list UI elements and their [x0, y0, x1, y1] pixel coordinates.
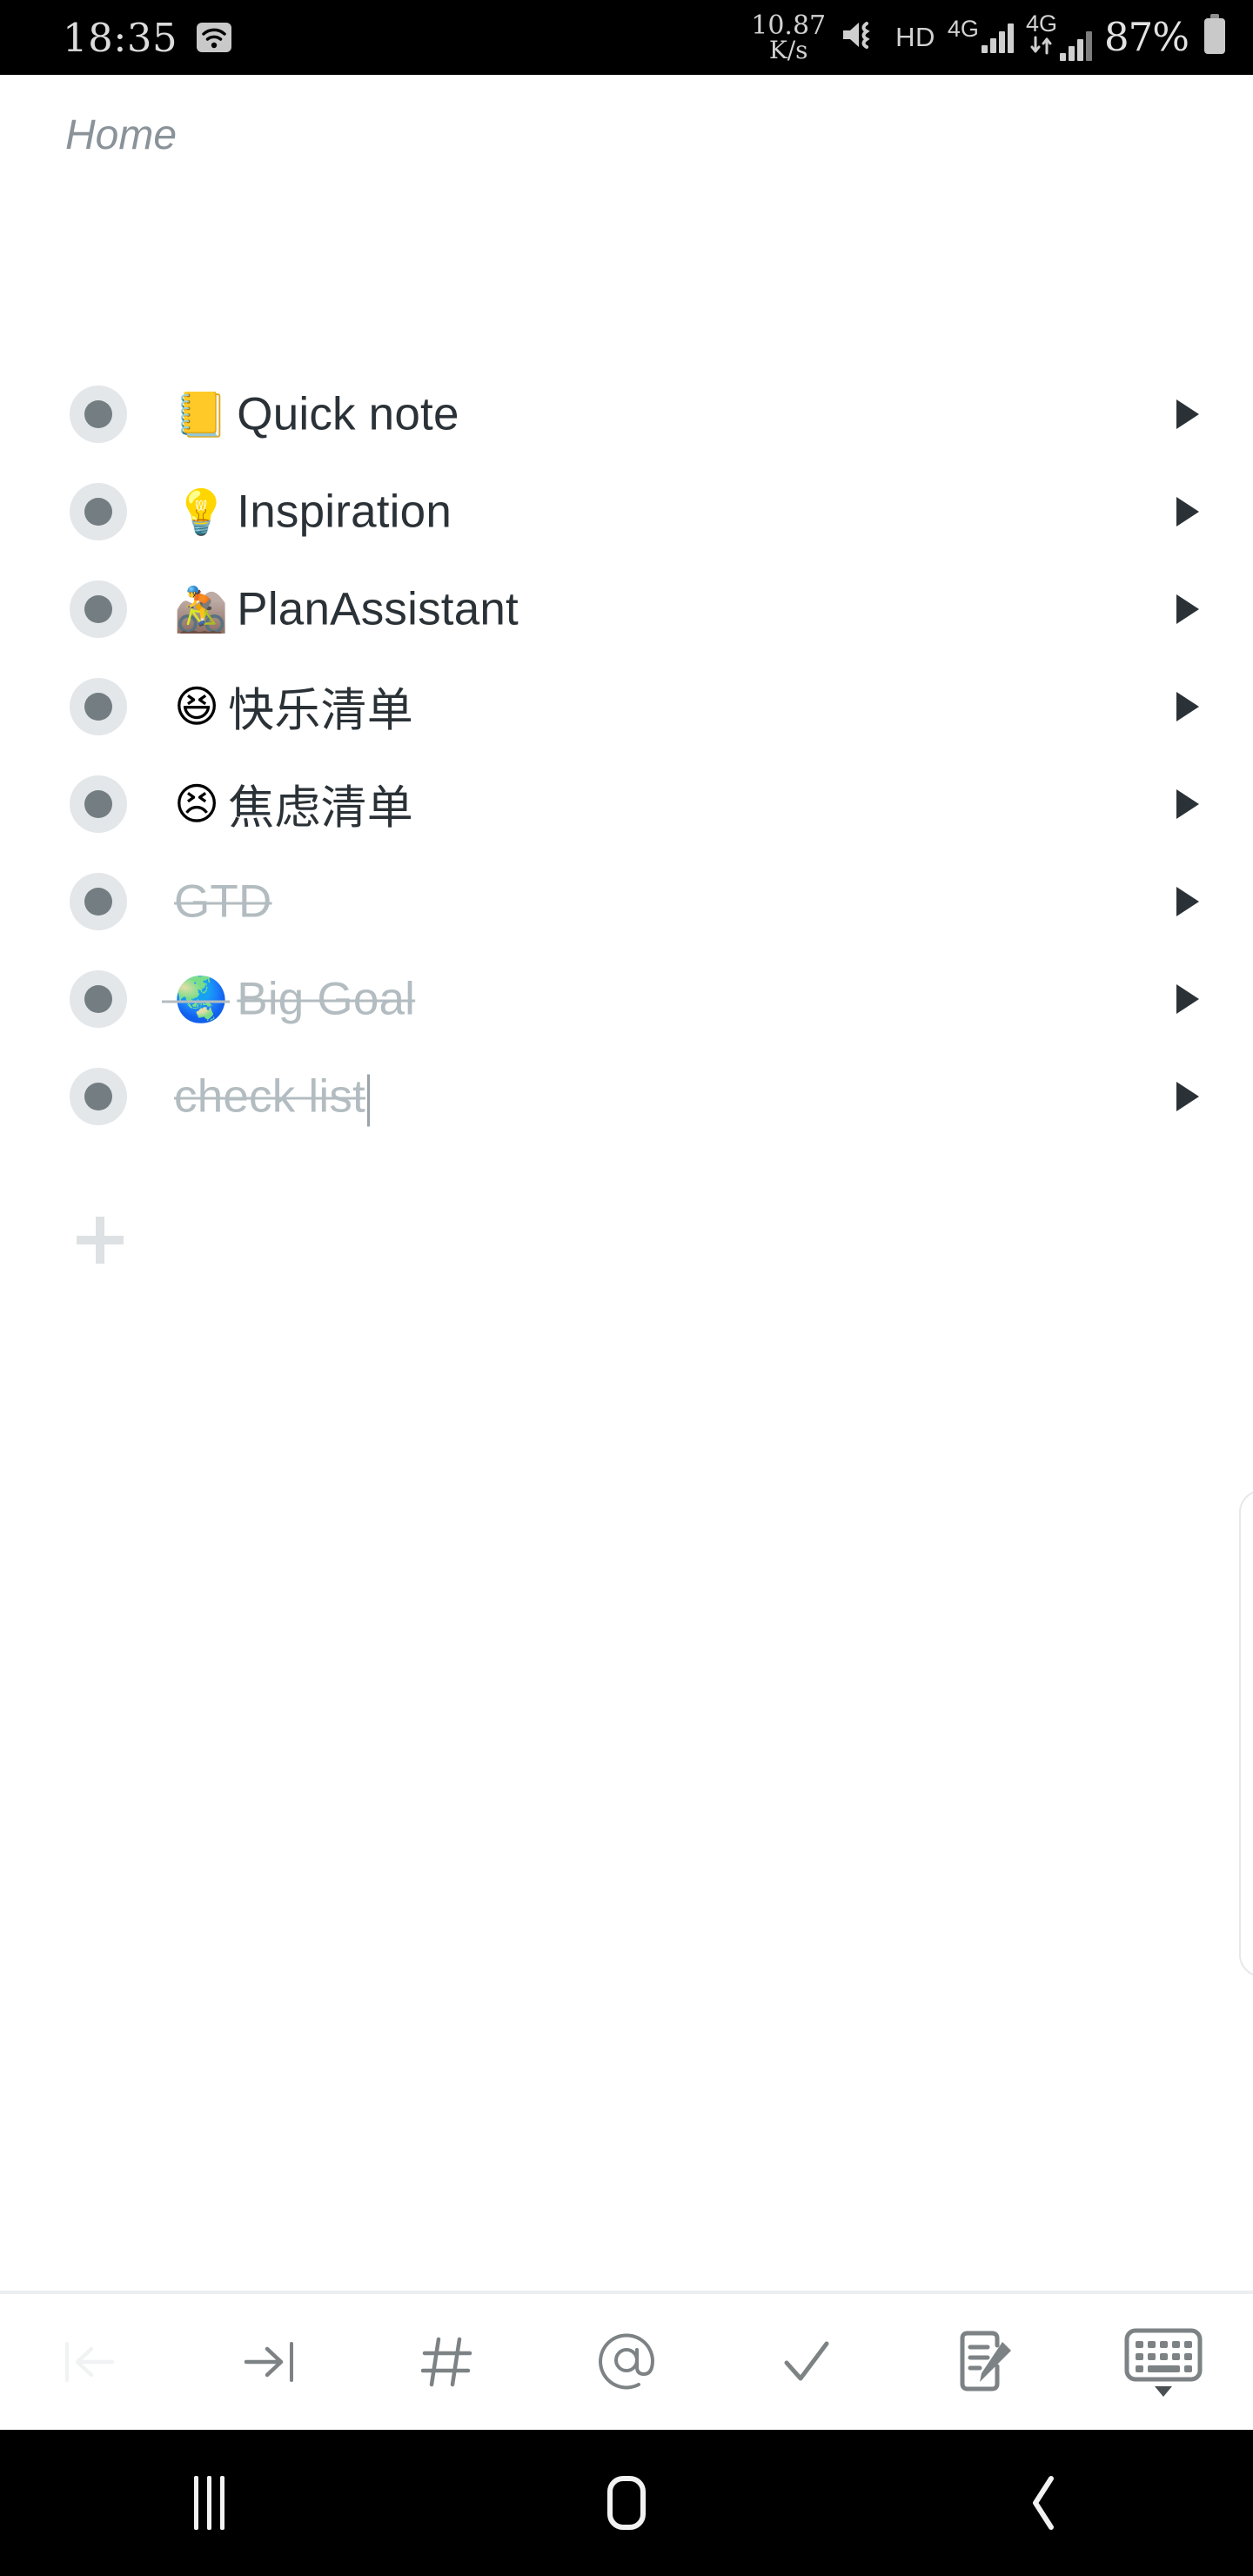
expand-arrow-icon[interactable]	[1176, 497, 1199, 527]
list-item[interactable]: 😆 快乐清单	[0, 658, 1253, 755]
sim1-bars	[982, 22, 1014, 53]
bullet-icon[interactable]	[70, 873, 127, 930]
network-speed-value: 10.87	[751, 13, 826, 38]
home-icon	[607, 2476, 646, 2530]
list-item-label[interactable]: PlanAssistant	[237, 583, 519, 636]
system-navigation-bar	[0, 2430, 1253, 2576]
list-item[interactable]: 🚵 PlanAssistant	[0, 560, 1253, 658]
bullet-icon[interactable]	[70, 1068, 127, 1125]
list-item-content[interactable]: 🌏 Big Goal	[174, 973, 415, 1026]
battery-percent: 87%	[1104, 14, 1189, 60]
expand-arrow-icon[interactable]	[1176, 984, 1199, 1014]
checkbox-button[interactable]	[716, 2294, 895, 2430]
hide-keyboard-button[interactable]	[1074, 2294, 1253, 2430]
list-item[interactable]: 🌏 Big Goal	[0, 950, 1253, 1048]
indent-button[interactable]	[179, 2294, 358, 2430]
back-button[interactable]	[835, 2473, 1253, 2532]
list-item-content[interactable]: 📒 Quick note	[174, 388, 459, 441]
list-item-content[interactable]: 😆 快乐清单	[174, 674, 413, 740]
expand-arrow-icon[interactable]	[1176, 692, 1199, 721]
list-item-label[interactable]: Quick note	[237, 388, 459, 441]
network-speed: 10.87 K/s	[751, 13, 826, 63]
expand-arrow-icon[interactable]	[1176, 594, 1199, 624]
add-item-button[interactable]	[77, 1217, 124, 1264]
bullet-icon[interactable]	[70, 775, 127, 833]
wifi-icon	[197, 23, 231, 52]
indent-arrow-icon	[236, 2335, 302, 2389]
list-item-label[interactable]: 快乐清单	[228, 674, 413, 740]
list-item-label[interactable]: Inspiration	[237, 486, 452, 539]
hd-voice-label: HD	[895, 22, 935, 53]
list-item[interactable]: 📒 Quick note	[0, 366, 1253, 463]
hash-icon	[416, 2332, 479, 2392]
list-item-label[interactable]: Big Goal	[237, 973, 415, 1026]
list-item-content[interactable]: check list	[174, 1070, 370, 1124]
sim1-network-type: 4G	[948, 17, 979, 41]
note-button[interactable]	[895, 2294, 1075, 2430]
note-pencil-icon	[954, 2330, 1015, 2394]
recents-button[interactable]	[0, 2476, 418, 2530]
status-bar: 18:35 10.87 K/s HD 4G 4G	[0, 0, 1253, 75]
expand-arrow-icon[interactable]	[1176, 789, 1199, 819]
mention-button[interactable]	[537, 2294, 716, 2430]
bullet-icon[interactable]	[70, 483, 127, 540]
cyclist-icon: 🚵	[174, 587, 228, 631]
text-cursor	[367, 1074, 370, 1126]
list-item-content[interactable]: 😣 焦虑清单	[174, 771, 413, 837]
expand-arrow-icon[interactable]	[1176, 887, 1199, 916]
sim2-network-type: 4G	[1026, 12, 1057, 36]
sim1-signal: 4G	[948, 22, 1014, 53]
laughing-face-icon: 😆	[174, 685, 219, 728]
list-item[interactable]: 😣 焦虑清单	[0, 755, 1253, 853]
list-item-label[interactable]: GTD	[174, 875, 271, 929]
sim2-bars	[1060, 30, 1092, 61]
status-time: 18:35	[63, 15, 178, 61]
lightbulb-icon: 💡	[174, 490, 228, 533]
recents-icon	[194, 2476, 224, 2530]
list-item[interactable]: GTD	[0, 853, 1253, 950]
home-button[interactable]	[418, 2476, 835, 2530]
outdent-arrow-icon	[57, 2335, 123, 2389]
bullet-icon[interactable]	[70, 386, 127, 443]
mute-vibrate-icon	[838, 16, 883, 58]
expand-arrow-icon[interactable]	[1176, 1082, 1199, 1111]
persevering-face-icon: 😣	[174, 782, 219, 826]
checkmark-icon	[774, 2333, 837, 2391]
list-item-label[interactable]: 焦虑清单	[228, 771, 413, 837]
list-item-content[interactable]: 💡 Inspiration	[174, 486, 452, 539]
globe-asia-icon: 🌏	[174, 977, 228, 1021]
outdent-button[interactable]	[0, 2294, 179, 2430]
list-item[interactable]: 💡 Inspiration	[0, 463, 1253, 560]
list-item-content[interactable]: GTD	[174, 875, 271, 929]
at-sign-icon	[593, 2329, 660, 2395]
tag-button[interactable]	[358, 2294, 537, 2430]
side-panel-edge[interactable]	[1239, 1490, 1253, 1977]
bullet-icon[interactable]	[70, 580, 127, 638]
back-chevron-icon	[1022, 2473, 1067, 2532]
editor-toolbar	[0, 2291, 1253, 2430]
page-title: Home	[65, 111, 177, 159]
list-item-label[interactable]: check list	[174, 1070, 365, 1124]
data-transfer-icon	[1029, 36, 1055, 59]
ledger-icon: 📒	[174, 392, 228, 436]
bullet-icon[interactable]	[70, 678, 127, 735]
list-item[interactable]: check list	[0, 1048, 1253, 1145]
expand-arrow-icon[interactable]	[1176, 399, 1199, 429]
network-speed-unit: K/s	[769, 38, 808, 62]
outline-list: 📒 Quick note 💡 Inspiration 🚵 PlanAssista…	[0, 366, 1253, 1145]
bullet-icon[interactable]	[70, 970, 127, 1028]
sim2-signal: 4G	[1026, 14, 1092, 61]
status-indicators: 10.87 K/s HD 4G 4G	[751, 13, 1229, 63]
keyboard-hide-icon	[1122, 2325, 1205, 2398]
list-item-content[interactable]: 🚵 PlanAssistant	[174, 583, 519, 636]
battery-icon	[1201, 14, 1229, 60]
